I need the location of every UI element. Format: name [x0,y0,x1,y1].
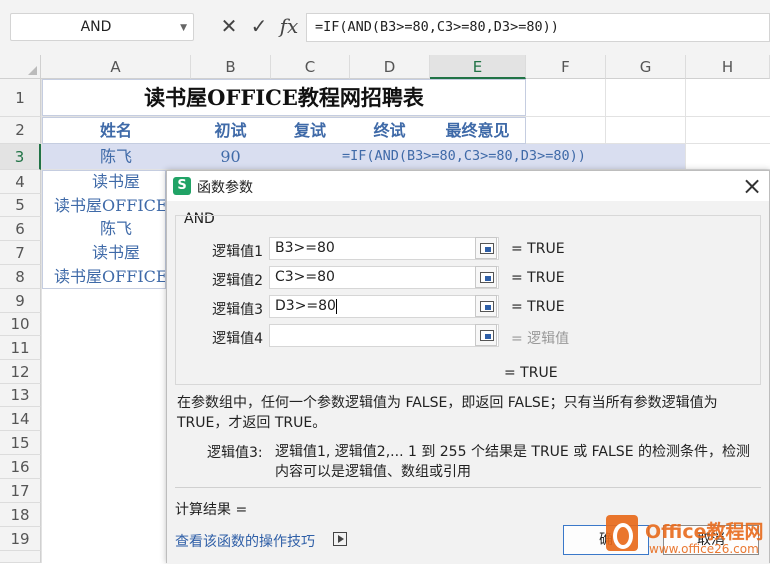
arg-label-3: 逻辑值3 [212,302,263,318]
fx-icon[interactable]: fx [277,14,301,38]
arg-label-1: 逻辑值1 [212,244,263,260]
cancel-icon[interactable]: ✕ [217,14,241,38]
close-icon[interactable]: × [737,171,767,201]
collapse-ref-icon[interactable] [475,295,497,317]
col-header-b[interactable]: B [191,55,271,79]
arg-input-3[interactable]: D3>=80 [269,295,499,318]
logo-o-icon [613,523,633,549]
row-header-7[interactable]: 7 [0,241,41,265]
row-header-17[interactable]: 17 [0,479,41,503]
collapse-ref-icon[interactable] [475,266,497,288]
col-header-a[interactable]: A [41,55,191,79]
text-cursor [335,298,337,314]
ref-mark-icon [485,276,491,281]
col-header-g[interactable]: G [606,55,686,79]
watermark-brand: Office教程网 [645,521,764,543]
office-logo-watermark [606,513,642,553]
collapse-ref-icon[interactable] [475,237,497,259]
arg-label-4: 逻辑值4 [212,331,263,347]
cell-e3-formula[interactable]: =IF(AND(B3>=80,C3>=80,D3>=80)) [342,148,586,164]
arg-label-2: 逻辑值2 [212,273,263,289]
row-header-4[interactable]: 4 [0,170,41,194]
header-first-test[interactable]: 初试 [191,117,270,144]
row-header-2[interactable]: 2 [0,117,41,144]
row-header-15[interactable]: 15 [0,431,41,455]
row-header-11[interactable]: 11 [0,336,41,360]
row-header-19[interactable]: 19 [0,527,41,551]
header-final-opinion[interactable]: 最终意见 [430,117,525,144]
header-second-test[interactable]: 复试 [271,117,349,144]
row-header-5[interactable]: 5 [0,194,41,217]
cell-a3[interactable]: 陈飞 [42,144,190,169]
param-name: 逻辑值3: [207,445,263,461]
help-link[interactable]: 查看该函数的操作技巧 [175,531,315,551]
overall-result: = TRUE [504,365,558,381]
arg-input-4[interactable] [269,324,499,347]
dialog-titlebar[interactable]: S 函数参数 × [167,171,769,201]
calc-result: 计算结果 = [175,502,248,518]
enter-icon[interactable]: ✓ [247,14,271,38]
row-header-8[interactable]: 8 [0,265,41,289]
ref-mark-icon [485,305,491,310]
row-header-20[interactable] [0,551,41,563]
ref-mark-icon [485,334,491,339]
arg-input-3-text: D3>=80 [275,298,336,314]
param-description: 逻辑值1, 逻辑值2,... 1 到 255 个结果是 TRUE 或 FALSE… [275,444,750,480]
name-box[interactable]: AND ▼ [10,13,194,41]
title-cell[interactable]: 读书屋OFFICE教程网招聘表 [42,79,526,116]
divider [175,487,761,488]
row-header-16[interactable]: 16 [0,455,41,479]
watermark-url: www.office26.com [649,542,759,556]
chevron-down-icon[interactable]: ▼ [180,23,187,33]
row-header-14[interactable]: 14 [0,407,41,431]
row-header-3[interactable]: 3 [0,144,41,170]
cell-b3[interactable]: 90 [191,144,270,169]
sheet-title: 读书屋OFFICE教程网招聘表 [144,85,424,110]
name-box-value: AND [80,19,112,35]
wps-logo-icon: S [173,177,191,195]
row-header-9[interactable]: 9 [0,289,41,313]
cell-a5[interactable]: 读书屋OFFICE [42,194,166,217]
select-all-corner[interactable] [0,55,41,79]
arg-result-3: = TRUE [511,299,565,315]
row-header-12[interactable]: 12 [0,360,41,384]
arg-result-4: = 逻辑值 [511,331,570,347]
dialog-body: AND 逻辑值1 B3>=80 = TRUE 逻辑值2 C3>=80 = TRU… [167,201,769,564]
ref-mark-icon [485,247,491,252]
row-header-6[interactable]: 6 [0,217,41,241]
col-header-f[interactable]: F [526,55,606,79]
formula-input[interactable]: =IF(AND(B3>=80,C3>=80,D3>=80)) [306,13,770,42]
col-header-e[interactable]: E [430,55,526,79]
collapse-ref-icon[interactable] [475,324,497,346]
col-header-d[interactable]: D [350,55,430,79]
row-header-18[interactable]: 18 [0,503,41,527]
function-description: 在参数组中，任何一个参数逻辑值为 FALSE，即返回 FALSE；只有当所有参数… [177,395,718,431]
function-arguments-dialog: S 函数参数 × AND 逻辑值1 B3>=80 = TRUE 逻辑值2 C3>… [166,170,770,564]
play-icon [338,535,344,543]
col-header-c[interactable]: C [271,55,350,79]
corner-triangle-icon [28,66,37,75]
arg-result-1: = TRUE [511,241,565,257]
cell-a8[interactable]: 读书屋OFFICE [42,265,166,289]
header-name[interactable]: 姓名 [42,117,190,144]
video-icon[interactable] [333,532,347,546]
col-header-h[interactable]: H [686,55,770,79]
formula-text: =IF(AND(B3>=80,C3>=80,D3>=80)) [315,19,559,35]
row-header-1[interactable]: 1 [0,79,41,117]
row-header-13[interactable]: 13 [0,384,41,407]
row-header-10[interactable]: 10 [0,313,41,336]
header-final-test[interactable]: 终试 [350,117,429,144]
arg-result-2: = TRUE [511,270,565,286]
dialog-title: 函数参数 [197,180,253,196]
arg-input-2[interactable]: C3>=80 [269,266,499,289]
arg-input-1[interactable]: B3>=80 [269,237,499,260]
